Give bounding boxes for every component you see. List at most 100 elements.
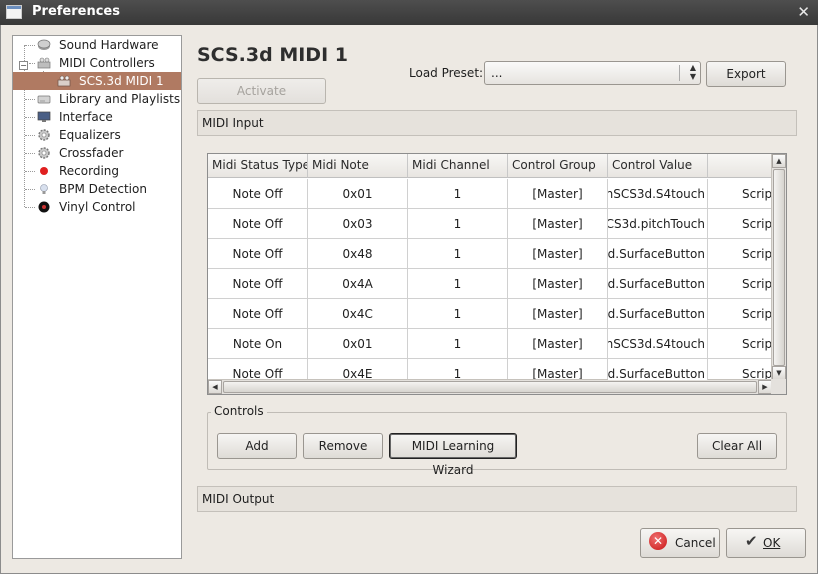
cell-control-group[interactable]: [Master]: [508, 269, 608, 299]
cell-control-value[interactable]: onSCS3d.SurfaceButton: [608, 299, 708, 329]
table-grid: Midi Status Type Midi Note Midi Channel …: [208, 154, 772, 380]
cell-midi-status-type[interactable]: Note Off: [208, 209, 308, 239]
cell-control-group[interactable]: [Master]: [508, 239, 608, 269]
cell-control-value[interactable]: antonSCS3d.pitchTouch: [608, 209, 708, 239]
cell-midi-note[interactable]: 0x01: [308, 179, 408, 209]
tree-item-midi-controllers[interactable]: MIDI Controllers: [37, 54, 181, 72]
export-button[interactable]: Export: [706, 61, 786, 87]
add-button[interactable]: Add: [217, 433, 297, 459]
window-icon: [6, 5, 22, 19]
speaker-icon: [37, 39, 51, 50]
tree-item-recording[interactable]: Recording: [37, 162, 181, 180]
midi-mapping-table[interactable]: Midi Status Type Midi Note Midi Channel …: [207, 153, 787, 395]
tree-item-label: BPM Detection: [59, 182, 147, 196]
window-titlebar: Preferences ✕: [0, 0, 818, 25]
monitor-icon: [37, 111, 51, 122]
window-title: Preferences: [32, 4, 120, 19]
preferences-tree[interactable]: − Sound Hardware MIDI Controllers SCS.3d…: [12, 35, 182, 559]
clear-all-button[interactable]: Clear All: [697, 433, 777, 459]
vertical-scrollbar[interactable]: ▲ ▼: [771, 154, 786, 380]
gear-icon: [38, 129, 50, 141]
ok-button[interactable]: ✔ OK: [726, 528, 806, 558]
cell-midi-status-type[interactable]: Note Off: [208, 239, 308, 269]
column-header-midi-note[interactable]: Midi Note: [308, 154, 408, 178]
scroll-left-icon[interactable]: ◀: [208, 380, 222, 394]
load-preset-label: Load Preset:: [409, 66, 484, 80]
vertical-scroll-thumb[interactable]: [773, 169, 785, 366]
horizontal-scroll-thumb[interactable]: [223, 381, 757, 393]
column-header-options[interactable]: [708, 154, 772, 178]
cell-control-group[interactable]: [Master]: [508, 299, 608, 329]
cell-midi-channel[interactable]: 1: [408, 299, 508, 329]
cell-control-value[interactable]: antonSCS3d.S4touch: [608, 329, 708, 359]
cell-control-value[interactable]: antonSCS3d.S4touch: [608, 179, 708, 209]
updown-arrows-icon: ▲ ▼: [689, 63, 696, 81]
page-title: SCS.3d MIDI 1: [197, 44, 348, 66]
cell-control-group[interactable]: [Master]: [508, 329, 608, 359]
activate-button[interactable]: Activate: [197, 78, 326, 104]
tree-item-label: Interface: [59, 110, 113, 124]
record-dot-icon: [40, 167, 48, 175]
tree-item-label: MIDI Controllers: [59, 56, 155, 70]
cell-midi-channel[interactable]: 1: [408, 269, 508, 299]
cell-control-group[interactable]: [Master]: [508, 359, 608, 380]
tree-item-label: SCS.3d MIDI 1: [79, 74, 164, 88]
collapse-expander-icon[interactable]: −: [19, 61, 28, 70]
column-header-midi-status-type[interactable]: Midi Status Type: [208, 154, 308, 178]
cell-midi-channel[interactable]: 1: [408, 179, 508, 209]
tree-item-interface[interactable]: Interface: [37, 108, 181, 126]
remove-button[interactable]: Remove: [303, 433, 383, 459]
tree-item-label: Library and Playlists: [59, 92, 181, 106]
cell-midi-status-type[interactable]: Note Off: [208, 359, 308, 380]
column-header-control-group[interactable]: Control Group: [508, 154, 608, 178]
cell-midi-status-type[interactable]: Note Off: [208, 299, 308, 329]
scroll-right-icon[interactable]: ▶: [758, 380, 772, 394]
cell-control-value[interactable]: onSCS3d.SurfaceButton: [608, 359, 708, 380]
tree-item-scs3d-midi-1[interactable]: SCS.3d MIDI 1: [13, 72, 181, 90]
tree-item-vinyl-control[interactable]: Vinyl Control: [37, 198, 181, 216]
tree-item-sound-hardware[interactable]: Sound Hardware: [37, 36, 181, 54]
cell-midi-status-type[interactable]: Note Off: [208, 269, 308, 299]
midi-output-expander[interactable]: MIDI Output: [197, 486, 797, 512]
vinyl-icon: [38, 201, 50, 213]
cell-control-group[interactable]: [Master]: [508, 209, 608, 239]
cell-control-group[interactable]: [Master]: [508, 179, 608, 209]
close-icon[interactable]: ✕: [797, 3, 810, 21]
cell-control-value[interactable]: onSCS3d.SurfaceButton: [608, 239, 708, 269]
tree-item-label: Equalizers: [59, 128, 121, 142]
cell-midi-note[interactable]: 0x4C: [308, 299, 408, 329]
cell-midi-note[interactable]: 0x48: [308, 239, 408, 269]
cell-midi-status-type[interactable]: Note Off: [208, 179, 308, 209]
midi-output-label: MIDI Output: [202, 492, 275, 506]
horizontal-scrollbar[interactable]: ◀ ▶: [208, 379, 772, 394]
cell-midi-channel[interactable]: 1: [408, 239, 508, 269]
cancel-button[interactable]: ✕ Cancel: [640, 528, 720, 558]
column-header-control-value[interactable]: Control Value: [608, 154, 708, 178]
tree-item-library-and-playlists[interactable]: Library and Playlists: [37, 90, 181, 108]
tree-item-label: Crossfader: [59, 146, 124, 160]
scroll-down-icon[interactable]: ▼: [772, 366, 786, 380]
cell-midi-channel[interactable]: 1: [408, 329, 508, 359]
tree-item-bpm-detection[interactable]: BPM Detection: [37, 180, 181, 198]
midi-learning-wizard-button[interactable]: MIDI Learning Wizard: [389, 433, 517, 477]
cell-midi-channel[interactable]: 1: [408, 209, 508, 239]
cell-midi-note[interactable]: 0x4E: [308, 359, 408, 380]
cell-control-value[interactable]: onSCS3d.SurfaceButton: [608, 269, 708, 299]
load-preset-select[interactable]: ... ▲ ▼: [484, 61, 701, 85]
cell-midi-note[interactable]: 0x03: [308, 209, 408, 239]
cell-midi-channel[interactable]: 1: [408, 359, 508, 380]
gear-icon: [38, 147, 50, 159]
tree-item-label: Recording: [59, 164, 120, 178]
midi-controller-icon: [37, 57, 51, 69]
cell-midi-status-type[interactable]: Note On: [208, 329, 308, 359]
column-header-midi-channel[interactable]: Midi Channel: [408, 154, 508, 178]
tree-item-equalizers[interactable]: Equalizers: [37, 126, 181, 144]
cell-midi-note[interactable]: 0x4A: [308, 269, 408, 299]
cancel-label: Cancel: [675, 536, 716, 550]
midi-input-expander[interactable]: MIDI Input: [197, 110, 797, 136]
scroll-up-icon[interactable]: ▲: [772, 154, 786, 168]
cancel-icon: ✕: [649, 532, 667, 550]
cell-midi-note[interactable]: 0x01: [308, 329, 408, 359]
ok-label: OK: [763, 536, 781, 550]
tree-item-crossfader[interactable]: Crossfader: [37, 144, 181, 162]
